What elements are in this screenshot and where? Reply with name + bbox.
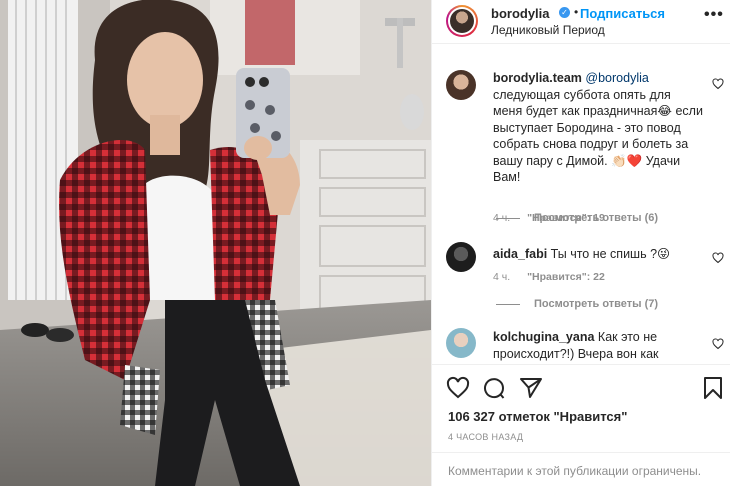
more-options-icon[interactable]: ••• (704, 6, 724, 24)
like-comment-heart-icon[interactable] (712, 252, 724, 264)
post-photo[interactable] (0, 0, 431, 486)
comment-text: borodylia.team @borodylia следующая субб… (493, 70, 703, 186)
comment-avatar[interactable] (446, 70, 476, 100)
verified-badge-icon: ✓ (559, 7, 570, 18)
follow-button[interactable]: Подписаться (580, 6, 665, 21)
post-sidebar: borodylia ✓ • Подписаться Ледниковый Пер… (431, 0, 730, 486)
like-comment-heart-icon[interactable] (712, 78, 724, 90)
comment-text: aida_fabi Ты что не спишь ?😜 (493, 246, 703, 263)
speech-bubble-icon[interactable] (482, 376, 506, 400)
comment-message: Ты что не спишь ?😜 (547, 247, 671, 261)
avatar-image (450, 9, 474, 33)
view-replies-button[interactable]: Посмотреть ответы (7) (496, 298, 658, 310)
heart-outline-icon[interactable] (446, 376, 470, 400)
comments-disabled-notice: Комментарии к этой публикации ограничены… (448, 464, 702, 478)
comment-likes[interactable]: "Нравится": 22 (527, 271, 605, 283)
replies-divider (496, 217, 520, 219)
view-replies-button[interactable]: Посмотреть ответы (6) (496, 212, 658, 224)
comment-username[interactable]: aida_fabi (493, 247, 547, 261)
view-replies-label: Посмотреть ответы (6) (534, 212, 659, 224)
comment-text: kolchugina_yana Как это не происходит?!)… (493, 329, 703, 362)
comment-avatar[interactable] (446, 242, 476, 272)
separator-dot: • (574, 5, 579, 19)
replies-divider (496, 303, 520, 305)
comment-message: следующая суббота опять для меня будет к… (493, 87, 703, 185)
comment-username[interactable]: borodylia.team (493, 71, 582, 85)
post-actions-bar (432, 364, 730, 409)
avatar[interactable] (446, 5, 478, 37)
comment-meta: 4 ч. "Нравится": 22 (493, 271, 605, 283)
comment-avatar[interactable] (446, 328, 476, 358)
likes-count[interactable]: 106 327 отметок "Нравится" (448, 409, 627, 424)
comment-mention[interactable]: @borodylia (585, 71, 648, 85)
like-comment-heart-icon[interactable] (712, 338, 724, 350)
paper-plane-icon[interactable] (519, 376, 543, 400)
comment-footer: Комментарии к этой публикации ограничены… (432, 452, 730, 486)
post-timestamp[interactable]: 4 ЧАСОВ НАЗАД (448, 432, 523, 442)
comment-username[interactable]: kolchugina_yana (493, 330, 594, 344)
comments-list[interactable]: borodylia.team @borodylia следующая субб… (432, 44, 730, 364)
view-replies-label: Посмотреть ответы (7) (534, 298, 659, 310)
post-header: borodylia ✓ • Подписаться Ледниковый Пер… (432, 0, 730, 44)
comment-time: 4 ч. (493, 271, 511, 283)
header-username[interactable]: borodylia (491, 6, 550, 21)
bookmark-icon[interactable] (701, 376, 725, 400)
mirror-selfie-image (0, 0, 431, 486)
location-link[interactable]: Ледниковый Период (491, 23, 605, 37)
